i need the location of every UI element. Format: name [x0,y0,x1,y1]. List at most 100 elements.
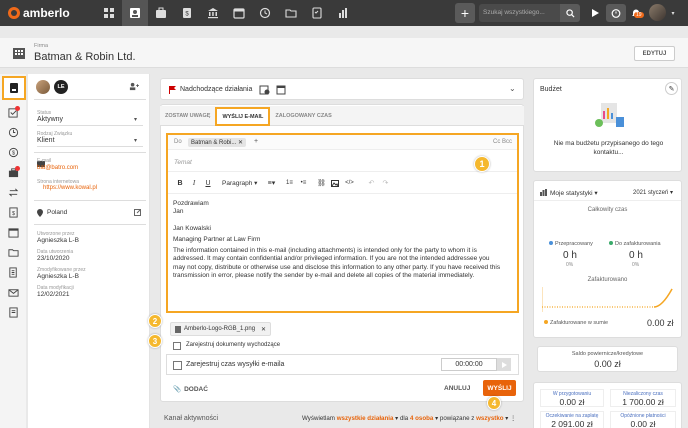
email-link[interactable]: bat@batro.com [37,165,78,171]
history-icon[interactable] [252,0,278,26]
flag-icon [169,86,176,94]
chevron-down-icon[interactable]: ▾ [134,137,137,144]
bold-icon[interactable]: B [174,177,186,189]
add-recipient-icon[interactable]: + [254,138,258,145]
tab-leave-note[interactable]: ZOSTAW UWAGĘ [160,107,215,125]
briefcase-icon[interactable] [0,162,26,182]
contact-details-panel: LE Status Aktywny ▾ Rodzaj Związku Klien… [28,74,150,428]
upcoming-activities-card[interactable]: Nadchodzące działania ⌄ [160,78,524,100]
created-date: 23/10/2020 [37,255,70,262]
start-timer-icon[interactable] [497,358,511,371]
money-icon[interactable]: $ [0,142,26,162]
paragraph-label: Paragraph [222,179,253,187]
body-line: Jan [173,208,184,216]
reports-icon[interactable] [330,0,356,26]
filter-actions-link[interactable]: wszystkie działania [337,415,394,422]
calendar-add-icon[interactable] [276,84,287,95]
documents-icon[interactable] [0,262,26,282]
folder-time-icon[interactable] [0,242,26,262]
email-body[interactable]: Pozdrawiam Jan Jan Kowalski Managing Par… [173,200,513,280]
play-timer-icon[interactable] [586,4,604,22]
calendar-icon[interactable] [0,222,26,242]
redo-icon[interactable]: ↷ [379,177,391,189]
email-icon[interactable] [0,282,26,302]
edit-button[interactable]: EDYTUJ [634,46,675,61]
italic-icon[interactable]: I [188,177,200,189]
modified-date: 12/02/2021 [37,291,70,298]
code-icon[interactable]: </> [343,177,355,189]
register-time-label: Zarejestruj czas wysyłki e-maila [186,361,285,368]
global-search-input[interactable]: Szukaj wszystkiego... [479,4,560,22]
billed-sum-label-text: Zafakturowane w sumie [550,320,609,326]
contact-initials-avatar[interactable]: LE [54,80,68,94]
underline-icon[interactable]: U [202,177,214,189]
dashboard-icon[interactable] [96,0,122,26]
activity-filter: Wyświetlam wszystkie działania ▾ dla 4 o… [302,415,517,422]
paperclip-icon: 📎 [173,386,182,393]
overdue-value: 0.00 zł [630,419,656,428]
invoice-icon[interactable]: $ [174,0,200,26]
filter-scope-link[interactable]: wszystko [476,415,504,422]
chevron-down-icon[interactable]: ▾ [668,4,678,22]
chevron-down-icon[interactable]: ▾ [134,116,137,123]
add-new-button[interactable]: + [455,3,475,23]
image-icon[interactable] [329,177,341,189]
time-entries-icon[interactable] [0,122,26,142]
calendar-icon[interactable] [226,0,252,26]
tab-logged-time[interactable]: ZALOGOWANY CZAS [270,107,336,125]
folder-icon[interactable] [278,0,304,26]
bank-icon[interactable] [200,0,226,26]
register-docs-checkbox[interactable] [173,342,181,350]
transfer-icon[interactable] [0,182,26,202]
website-link[interactable]: https://www.kowal.pl [43,185,97,191]
stats-period-select[interactable]: 2021 styczeń ▾ [633,189,673,196]
attachment-chip[interactable]: Amberlo-Logo-RGB_1.png ✕ [170,322,272,336]
external-link-icon[interactable] [134,209,141,216]
calendar-clock-icon[interactable] [259,84,270,95]
numbered-list-icon[interactable]: 1≡ [283,177,295,189]
brand-logo[interactable]: amberlo [8,6,88,20]
notes-icon[interactable] [0,302,26,322]
status-select[interactable]: Aktywny [37,116,63,123]
stopwatch-icon[interactable] [606,4,626,22]
recipient-chip[interactable]: Batman & Robi... ✕ [188,138,247,147]
add-attachment-button[interactable]: 📎 DODAĆ [173,385,208,394]
avatar[interactable] [36,80,50,94]
paragraph-select[interactable]: Paragraph ▾ [222,177,257,189]
filter-people-link[interactable]: 4 osoba [410,415,433,422]
relation-select[interactable]: Klient [37,137,55,144]
stats-title[interactable]: Moje statystyki ▾ [550,189,598,197]
add-person-icon[interactable] [128,82,139,91]
chevron-down-icon[interactable]: ⌄ [509,84,516,93]
time-input[interactable]: 00:00:00 [441,358,497,371]
remove-attachment-icon[interactable]: ✕ [261,326,266,333]
search-icon[interactable] [560,4,580,22]
stats-title-text: Moje statystyki [550,190,593,197]
remove-recipient-icon[interactable]: ✕ [238,140,243,146]
contact-info-icon[interactable] [2,76,26,100]
body-line: Pozdrawiam [173,200,209,207]
budget-title: Budżet [540,86,562,93]
prepared-value: 0.00 zł [559,397,585,407]
contacts-icon[interactable] [122,0,148,26]
subject-input[interactable]: Temat [174,159,192,166]
cc-bcc-link[interactable]: Cc Bcc [493,139,512,145]
matters-icon[interactable] [148,0,174,26]
invoice-icon[interactable]: $ [0,202,26,222]
link-icon[interactable]: ⛓ [315,177,327,189]
undo-icon[interactable]: ↶ [365,177,377,189]
created-by: Agnieszka L-B [37,237,79,244]
register-docs-label: Zarejestruj dokumenty wychodzące [186,342,281,348]
user-avatar[interactable] [649,4,666,21]
edit-budget-icon[interactable]: ✎ [665,82,678,95]
cancel-button[interactable]: ANULUJ [444,385,470,392]
invoiced-label-text: Do zafakturowania [615,241,661,247]
callout-marker: 1 [474,156,490,172]
checklist-icon[interactable] [304,0,330,26]
align-icon[interactable]: ≡▾ [265,177,277,189]
register-time-checkbox[interactable] [173,361,182,370]
send-button[interactable]: WYŚLIJ [483,380,516,396]
tasks-icon[interactable] [0,102,26,122]
tab-send-email[interactable]: WYŚLIJ E-MAIL [215,107,271,126]
bullet-list-icon[interactable]: •≡ [297,177,309,189]
